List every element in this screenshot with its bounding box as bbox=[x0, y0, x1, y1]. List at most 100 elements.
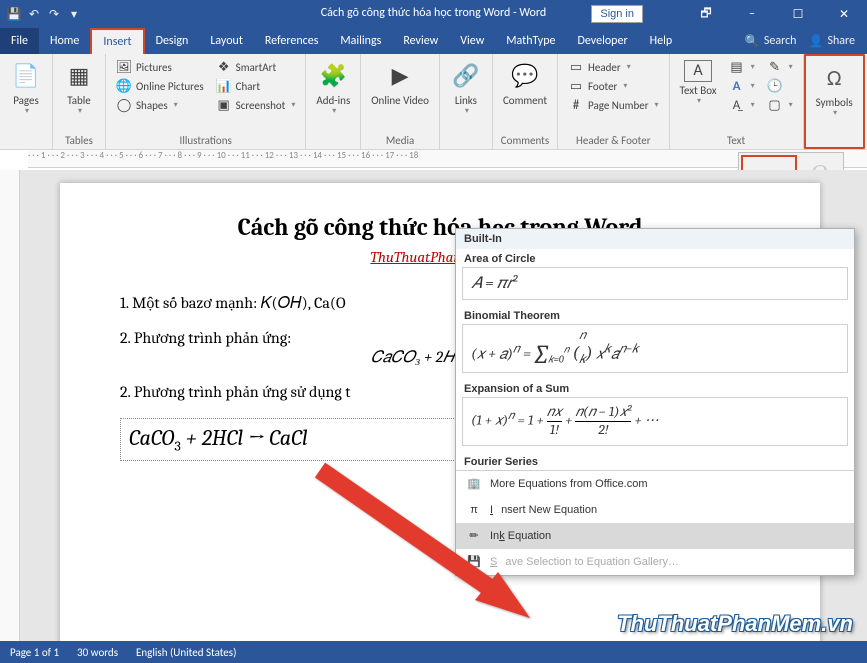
header-icon: ▭ bbox=[568, 59, 584, 75]
screenshot-icon: ▣ bbox=[216, 97, 232, 113]
status-language[interactable]: English (United States) bbox=[136, 646, 236, 659]
header-button[interactable]: ▭Header▾ bbox=[564, 58, 663, 76]
group-pages: 📄 Pages▾ bbox=[0, 54, 53, 149]
ribbon-display-icon[interactable]: 🗗 bbox=[683, 0, 729, 28]
save-icon[interactable]: 💾 bbox=[6, 6, 22, 22]
share-icon: 👤 bbox=[808, 34, 823, 49]
smartart-button[interactable]: ❖SmartArt bbox=[212, 58, 300, 76]
object-button[interactable]: ▢▾ bbox=[763, 96, 797, 114]
pictures-button[interactable]: 🖼Pictures bbox=[112, 58, 208, 76]
status-bar: Page 1 of 1 30 words English (United Sta… bbox=[0, 641, 867, 663]
eq-item-expand-label: Expansion of a Sum bbox=[456, 379, 854, 397]
online-pictures-button[interactable]: 🌐Online Pictures bbox=[112, 77, 208, 95]
office-icon: 🏢 bbox=[466, 476, 482, 492]
page-number-icon: # bbox=[568, 97, 584, 113]
tab-file[interactable]: File bbox=[0, 28, 39, 54]
eq-item-expand[interactable]: (1 + 𝑥)𝑛 = 1 + 𝑛𝑥1! + 𝑛(𝑛 − 1)𝑥²2! + ⋯ bbox=[462, 397, 848, 446]
addins-icon: 🧩 bbox=[317, 60, 349, 92]
tab-insert[interactable]: Insert bbox=[90, 28, 144, 54]
date-icon: 🕒 bbox=[767, 78, 783, 94]
menu-more-equations[interactable]: 🏢 More Equations from Office.com bbox=[456, 471, 854, 497]
shapes-icon: ◯ bbox=[116, 97, 132, 113]
chart-button[interactable]: 📊Chart bbox=[212, 77, 300, 95]
signature-line-button[interactable]: ✎▾ bbox=[763, 58, 797, 76]
omega-icon: Ω bbox=[818, 62, 850, 94]
eq-item-fourier-label: Fourier Series bbox=[456, 452, 854, 470]
tab-help[interactable]: Help bbox=[639, 28, 684, 54]
save-gallery-icon: 💾 bbox=[466, 554, 482, 570]
equation-gallery-panel: Built-In Area of Circle 𝐴 = 𝜋𝑟² Binomial… bbox=[455, 228, 855, 576]
quick-parts-icon: ▤ bbox=[729, 59, 745, 75]
title-bar: 💾 ↶ ↷ ▾ Cách gõ công thức hóa học trong … bbox=[0, 0, 867, 28]
eq-item-area-label: Area of Circle bbox=[456, 249, 854, 267]
screenshot-button[interactable]: ▣Screenshot▾ bbox=[212, 96, 300, 114]
eq-item-area[interactable]: 𝐴 = 𝜋𝑟² bbox=[462, 267, 848, 300]
tab-mathtype[interactable]: MathType bbox=[495, 28, 566, 54]
online-pictures-icon: 🌐 bbox=[116, 78, 132, 94]
quick-parts-button[interactable]: ▤▾ bbox=[725, 58, 759, 76]
group-header-footer: ▭Header▾ ▭Footer▾ #Page Number▾ Header &… bbox=[558, 54, 670, 149]
online-video-button[interactable]: ▶ Online Video bbox=[367, 58, 433, 109]
addins-button[interactable]: 🧩 Add-ins▾ bbox=[312, 58, 354, 119]
status-word-count[interactable]: 30 words bbox=[77, 646, 118, 659]
menu-insert-new-equation[interactable]: π Insert New Equation bbox=[456, 497, 854, 523]
eq-item-binom[interactable]: (𝑥 + 𝑎)𝑛 = ∑𝑘=0𝑛 (𝑛𝑘) 𝑥𝑘𝑎𝑛−𝑘 bbox=[462, 324, 848, 373]
redo-icon[interactable]: ↷ bbox=[46, 6, 62, 22]
page-icon: 📄 bbox=[10, 60, 42, 92]
group-text: A Text Box▾ ▤▾ A▾ A̲▾ ✎▾ 🕒 ▢▾ Text bbox=[670, 54, 804, 149]
tab-review[interactable]: Review bbox=[392, 28, 449, 54]
close-button[interactable]: ✕ bbox=[821, 0, 867, 28]
share-button[interactable]: 👤Share bbox=[808, 34, 855, 49]
tab-references[interactable]: References bbox=[254, 28, 330, 54]
group-label-hf: Header & Footer bbox=[564, 132, 663, 147]
tab-mailings[interactable]: Mailings bbox=[329, 28, 392, 54]
link-icon: 🔗 bbox=[450, 60, 482, 92]
drop-cap-icon: A̲ bbox=[729, 97, 745, 113]
text-box-icon: A bbox=[684, 60, 712, 82]
group-media: ▶ Online Video Media bbox=[361, 54, 440, 149]
date-time-button[interactable]: 🕒 bbox=[763, 77, 797, 95]
wordart-button[interactable]: A▾ bbox=[725, 77, 759, 95]
drop-cap-button[interactable]: A̲▾ bbox=[725, 96, 759, 114]
group-comments: 💬 Comment Comments bbox=[493, 54, 558, 149]
symbols-button[interactable]: Ω Symbols▾ bbox=[812, 60, 857, 121]
tab-home[interactable]: Home bbox=[39, 28, 90, 54]
status-page[interactable]: Page 1 of 1 bbox=[10, 646, 59, 659]
sign-in-button[interactable]: Sign in bbox=[591, 5, 643, 23]
qat-customize-icon[interactable]: ▾ bbox=[66, 6, 82, 22]
eq-item-binom-label: Binomial Theorem bbox=[456, 306, 854, 324]
tab-design[interactable]: Design bbox=[145, 28, 200, 54]
footer-button[interactable]: ▭Footer▾ bbox=[564, 77, 663, 95]
pages-button[interactable]: 📄 Pages▾ bbox=[6, 58, 46, 119]
text-box-button[interactable]: A Text Box▾ bbox=[676, 58, 721, 109]
selected-equation[interactable]: CaCO3 + 2HCl → CaCl bbox=[120, 418, 460, 461]
table-icon: ▦ bbox=[63, 60, 95, 92]
group-label-tables: Tables bbox=[59, 132, 99, 147]
tell-me-search[interactable]: 🔍Search bbox=[745, 34, 797, 49]
search-icon: 🔍 bbox=[745, 34, 760, 49]
watermark: ThuThuatPhanMem.vn bbox=[617, 611, 853, 637]
group-label-illustrations: Illustrations bbox=[112, 132, 299, 147]
comment-button[interactable]: 💬 Comment bbox=[499, 58, 551, 109]
links-button[interactable]: 🔗 Links▾ bbox=[446, 58, 486, 119]
vertical-ruler[interactable] bbox=[0, 170, 20, 641]
group-links: 🔗 Links▾ bbox=[440, 54, 493, 149]
shapes-button[interactable]: ◯Shapes▾ bbox=[112, 96, 208, 114]
wordart-icon: A bbox=[729, 78, 745, 94]
object-icon: ▢ bbox=[767, 97, 783, 113]
tab-layout[interactable]: Layout bbox=[199, 28, 254, 54]
page-number-button[interactable]: #Page Number▾ bbox=[564, 96, 663, 114]
quick-access-toolbar: 💾 ↶ ↷ ▾ bbox=[0, 6, 82, 22]
tab-developer[interactable]: Developer bbox=[567, 28, 639, 54]
group-tables: ▦ Table▾ Tables bbox=[53, 54, 106, 149]
comment-icon: 💬 bbox=[509, 60, 541, 92]
ribbon-body: 📄 Pages▾ ▦ Table▾ Tables 🖼Pictures 🌐Onli… bbox=[0, 54, 867, 150]
footer-icon: ▭ bbox=[568, 78, 584, 94]
undo-icon[interactable]: ↶ bbox=[26, 6, 42, 22]
menu-ink-equation[interactable]: ✏ Ink Equation bbox=[456, 523, 854, 549]
table-button[interactable]: ▦ Table▾ bbox=[59, 58, 99, 119]
maximize-button[interactable]: ☐ bbox=[775, 0, 821, 28]
minimize-button[interactable]: – bbox=[729, 0, 775, 28]
video-icon: ▶ bbox=[384, 60, 416, 92]
tab-view[interactable]: View bbox=[449, 28, 495, 54]
